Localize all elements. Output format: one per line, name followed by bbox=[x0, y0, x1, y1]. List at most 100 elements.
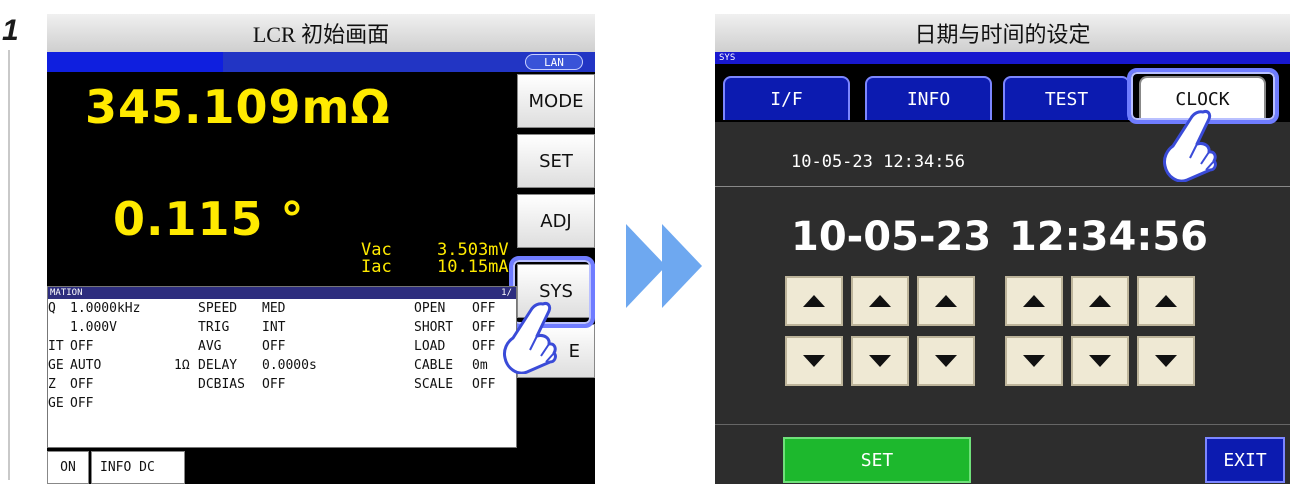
info-cell: OFF bbox=[262, 377, 286, 392]
info-cell: OFF bbox=[472, 301, 496, 316]
info-row: GE AUTO 1Ω DELAY 0.0000s CABLE 0m bbox=[48, 356, 516, 375]
info-cell: GE bbox=[48, 396, 64, 411]
info-cell: SHORT bbox=[414, 320, 454, 335]
info-cell: 1.000V bbox=[70, 320, 117, 335]
minute-down-button[interactable] bbox=[1071, 336, 1129, 386]
day-down-button[interactable] bbox=[917, 336, 975, 386]
info-cell: 1.0000kHz bbox=[70, 301, 141, 316]
down-arrow-icon bbox=[1023, 355, 1045, 367]
info-cell: GE bbox=[48, 358, 64, 373]
info-row: Z OFF DCBIAS OFF SCALE OFF bbox=[48, 375, 516, 394]
info-cell: 1Ω bbox=[174, 358, 190, 373]
info-cell: DELAY bbox=[198, 358, 238, 373]
step-number: 1 bbox=[2, 14, 19, 47]
set-button[interactable]: SET bbox=[783, 437, 971, 483]
up-arrow-icon bbox=[1155, 295, 1177, 307]
info-page-indicator: 1/ bbox=[501, 288, 512, 298]
info-cell: OFF bbox=[70, 377, 94, 392]
info-rows: Q 1.0000kHz SPEED MED OPEN OFF 1.000V TRIG INT SH… bbox=[48, 299, 516, 413]
info-cell: IT bbox=[48, 339, 64, 354]
info-cell: CABLE bbox=[414, 358, 454, 373]
info-cell: Q bbox=[48, 301, 56, 316]
info-header-label: MATION bbox=[50, 288, 83, 298]
info-header: MATION 1/ bbox=[48, 287, 516, 299]
primary-measurement: 345.109mΩ bbox=[85, 80, 391, 134]
current-datetime: 10-05-23 12:34:56 bbox=[791, 152, 965, 172]
footer-divider bbox=[715, 424, 1290, 425]
info-cell: AUTO bbox=[70, 358, 102, 373]
sys-label: SYS bbox=[715, 52, 1290, 64]
hour-up-button[interactable] bbox=[1005, 276, 1063, 326]
up-arrow-icon bbox=[1089, 295, 1111, 307]
edit-time: 12:34:56 bbox=[1009, 214, 1208, 260]
tab-test[interactable]: TEST bbox=[1003, 76, 1130, 120]
month-down-button[interactable] bbox=[851, 336, 909, 386]
info-cell: MED bbox=[262, 301, 286, 316]
info-row: Q 1.0000kHz SPEED MED OPEN OFF bbox=[48, 299, 516, 318]
year-down-button[interactable] bbox=[785, 336, 843, 386]
up-arrow-icon bbox=[935, 295, 957, 307]
second-up-button[interactable] bbox=[1137, 276, 1195, 326]
status-bar-fill bbox=[47, 52, 223, 72]
mode-button[interactable]: MODE bbox=[517, 74, 595, 128]
info-cell: OFF bbox=[262, 339, 286, 354]
info-cell: Z bbox=[48, 377, 56, 392]
set-button-side[interactable]: SET bbox=[517, 134, 595, 188]
day-up-button[interactable] bbox=[917, 276, 975, 326]
datetime-settings-screen: 日期与时间的设定 SYS I/F INFO TEST CLOCK 10-05-2… bbox=[715, 14, 1290, 484]
year-up-button[interactable] bbox=[785, 276, 843, 326]
save-button-partial[interactable]: E bbox=[517, 324, 595, 378]
info-cell: OFF bbox=[472, 339, 496, 354]
down-arrow-icon bbox=[1155, 355, 1177, 367]
info-cell: OFF bbox=[70, 396, 94, 411]
info-cell: SCALE bbox=[414, 377, 454, 392]
month-up-button[interactable] bbox=[851, 276, 909, 326]
tab-on[interactable]: ON bbox=[47, 451, 89, 484]
secondary-measurement: 0.115 ° bbox=[113, 192, 305, 246]
clock-highlight-frame bbox=[1127, 68, 1279, 124]
adj-button[interactable]: ADJ bbox=[517, 194, 595, 248]
lan-badge: LAN bbox=[525, 54, 583, 70]
left-screen-title: LCR 初始画面 bbox=[47, 14, 595, 52]
down-arrow-icon bbox=[935, 355, 957, 367]
info-row: IT OFF AVG OFF LOAD OFF bbox=[48, 337, 516, 356]
next-step-arrows-icon bbox=[626, 224, 702, 308]
info-cell: OFF bbox=[472, 377, 496, 392]
right-screen-title: 日期与时间的设定 bbox=[715, 14, 1290, 52]
down-arrow-icon bbox=[1089, 355, 1111, 367]
info-cell: OFF bbox=[472, 320, 496, 335]
up-arrow-icon bbox=[803, 295, 825, 307]
divider bbox=[715, 186, 1290, 187]
info-row: 1.000V TRIG INT SHORT OFF bbox=[48, 318, 516, 337]
iac-value: 10.15mA bbox=[437, 257, 509, 277]
lcr-initial-screen: LCR 初始画面 LAN 345.109mΩ 0.115 ° Vac 3.503… bbox=[47, 14, 595, 484]
hour-down-button[interactable] bbox=[1005, 336, 1063, 386]
tab-info-dc[interactable]: INFO DC bbox=[91, 451, 185, 484]
minute-up-button[interactable] bbox=[1071, 276, 1129, 326]
exit-button[interactable]: EXIT bbox=[1205, 437, 1285, 483]
info-cell: SPEED bbox=[198, 301, 238, 316]
info-panel: MATION 1/ Q 1.0000kHz SPEED MED OPEN OFF 1.000… bbox=[47, 286, 517, 448]
up-arrow-icon bbox=[869, 295, 891, 307]
info-cell: DCBIAS bbox=[198, 377, 245, 392]
left-margin-rule bbox=[8, 50, 10, 480]
second-down-button[interactable] bbox=[1137, 336, 1195, 386]
down-arrow-icon bbox=[869, 355, 891, 367]
edit-date: 10-05-23 bbox=[791, 214, 992, 260]
tab-info[interactable]: INFO bbox=[865, 76, 992, 120]
status-strip bbox=[47, 52, 595, 72]
info-cell: LOAD bbox=[414, 339, 446, 354]
info-cell: OFF bbox=[70, 339, 94, 354]
up-arrow-icon bbox=[1023, 295, 1045, 307]
info-cell: INT bbox=[262, 320, 286, 335]
info-cell: AVG bbox=[198, 339, 222, 354]
info-cell: TRIG bbox=[198, 320, 230, 335]
down-arrow-icon bbox=[803, 355, 825, 367]
iac-label: Iac bbox=[361, 257, 392, 277]
sys-highlight-frame bbox=[509, 256, 595, 328]
info-cell: 0m bbox=[472, 358, 488, 373]
info-cell: OPEN bbox=[414, 301, 446, 316]
info-cell: 0.0000s bbox=[262, 358, 317, 373]
info-row: GE OFF bbox=[48, 394, 516, 413]
tab-interface[interactable]: I/F bbox=[723, 76, 850, 120]
